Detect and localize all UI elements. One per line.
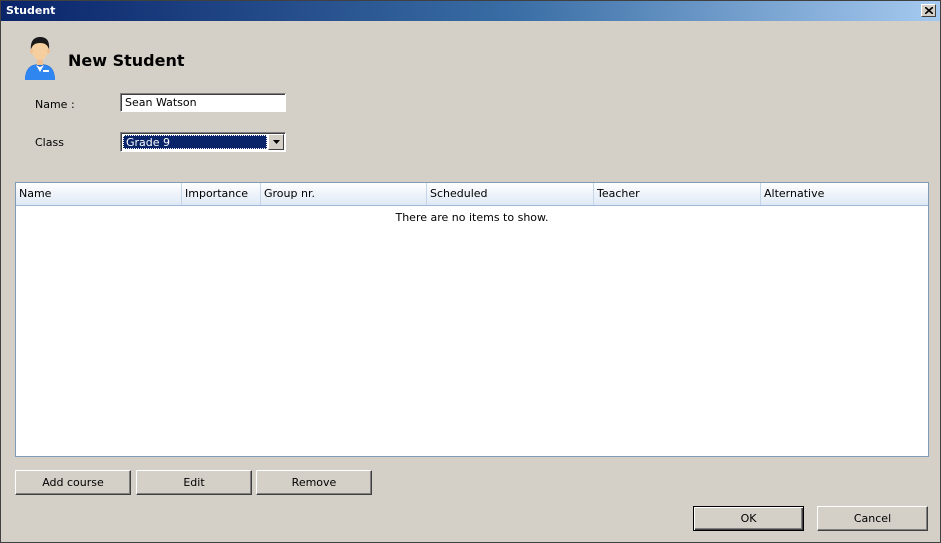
list-header: Name Importance Group nr. Scheduled Teac… bbox=[16, 183, 928, 206]
chevron-down-icon bbox=[273, 140, 280, 144]
class-label: Class bbox=[35, 136, 64, 149]
class-selected-value: Grade 9 bbox=[123, 135, 267, 149]
column-header-group-nr[interactable]: Group nr. bbox=[261, 183, 427, 205]
column-header-scheduled[interactable]: Scheduled bbox=[427, 183, 594, 205]
remove-button[interactable]: Remove bbox=[256, 470, 372, 495]
column-header-importance[interactable]: Importance bbox=[182, 183, 261, 205]
window-title: Student bbox=[6, 4, 56, 17]
class-dropdown-button[interactable] bbox=[268, 134, 284, 150]
course-list[interactable]: Name Importance Group nr. Scheduled Teac… bbox=[15, 182, 929, 457]
column-header-teacher[interactable]: Teacher bbox=[594, 183, 761, 205]
class-dropdown[interactable]: Grade 9 bbox=[120, 132, 286, 152]
empty-list-message: There are no items to show. bbox=[395, 211, 549, 224]
edit-button[interactable]: Edit bbox=[136, 470, 252, 495]
close-button[interactable] bbox=[921, 4, 936, 17]
page-title: New Student bbox=[68, 51, 185, 70]
column-header-name[interactable]: Name bbox=[16, 183, 182, 205]
add-course-button[interactable]: Add course bbox=[15, 470, 131, 495]
close-icon bbox=[925, 7, 933, 14]
title-bar[interactable]: Student bbox=[1, 1, 940, 21]
name-label: Name : bbox=[35, 98, 75, 111]
cancel-button[interactable]: Cancel bbox=[817, 506, 928, 531]
student-dialog: Student New Student Name : Class Grade 9… bbox=[0, 0, 941, 543]
column-header-alternative[interactable]: Alternative bbox=[761, 183, 928, 205]
ok-button[interactable]: OK bbox=[693, 506, 804, 531]
student-avatar-icon bbox=[25, 37, 55, 80]
name-input[interactable] bbox=[120, 93, 286, 112]
